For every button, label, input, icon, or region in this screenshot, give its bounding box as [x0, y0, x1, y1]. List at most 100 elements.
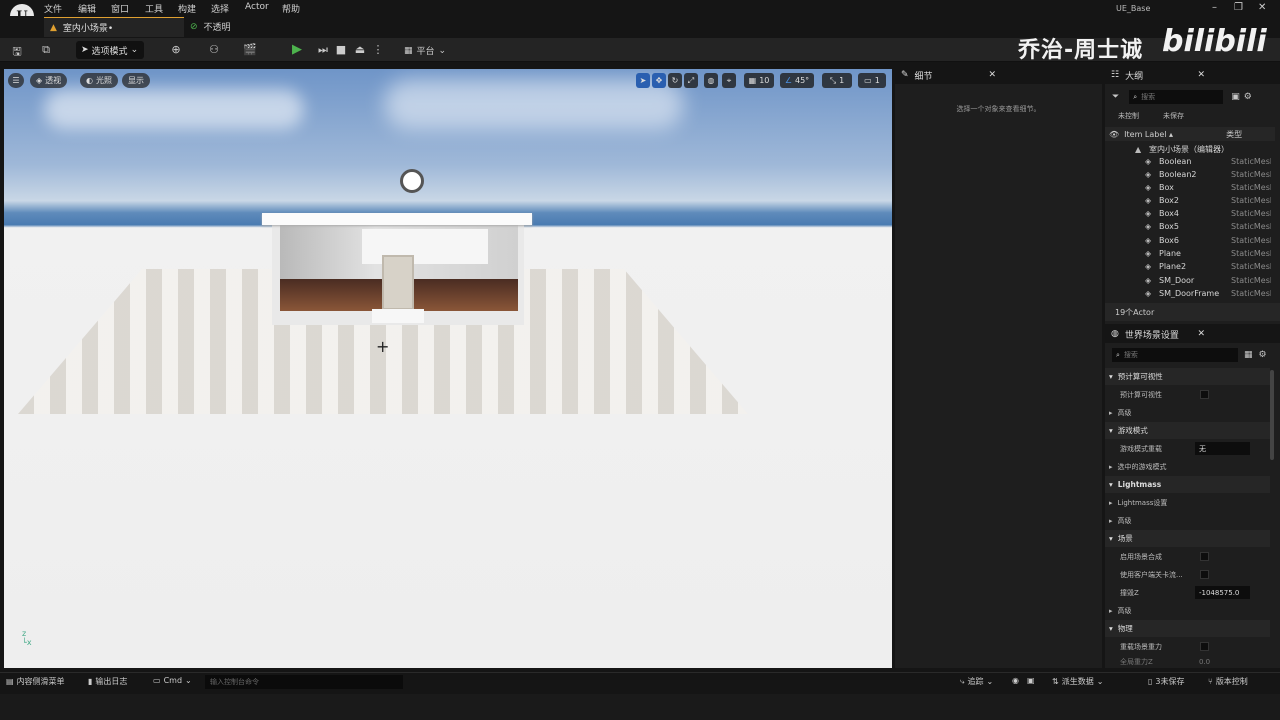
column-item-label[interactable]: Item Label ▴ — [1124, 130, 1226, 139]
save-icon[interactable]: 🖫 — [9, 43, 25, 58]
console-command-input[interactable]: 输入控制台命令 — [205, 675, 403, 689]
precomputed-checkbox[interactable] — [1200, 390, 1209, 399]
world-search-input[interactable]: ⌕ 搜索 — [1112, 348, 1238, 362]
close-icon[interactable]: ✕ — [1197, 70, 1205, 80]
outliner-row[interactable]: ◈ Box5 StaticMesh — [1105, 220, 1275, 233]
content-drawer-button[interactable]: ▤ 内容侧滑菜单 — [6, 676, 65, 687]
tab-world-settings[interactable]: ◍ 世界场景设置 ✕ — [1105, 325, 1280, 343]
rotation-snap-button[interactable]: ∠ 45° — [780, 73, 814, 88]
tab-outliner[interactable]: ☷ 大纲 ✕ — [1105, 66, 1280, 84]
outliner-row[interactable]: ◈ SM_DoorFrame StaticMesh — [1105, 287, 1275, 300]
world-scrollbar[interactable] — [1270, 370, 1274, 460]
door-mesh[interactable] — [382, 255, 414, 310]
outliner-row[interactable]: ◈ Plane StaticMesh — [1105, 247, 1275, 260]
browse-icon[interactable]: ⧉ — [38, 43, 54, 57]
cinematics-icon[interactable]: 🎬 — [242, 43, 258, 57]
eject-icon[interactable]: ⏏ — [352, 43, 368, 57]
category-physics[interactable]: ▾ 物理 — [1105, 620, 1270, 637]
mode-select-button[interactable]: ➤ 选项模式 ⌄ — [76, 41, 144, 59]
scale-snap-button[interactable]: ⤡ 1 — [822, 73, 852, 88]
more-options-icon[interactable]: ⋮ — [370, 43, 386, 57]
client-nav-checkbox[interactable] — [1200, 570, 1209, 579]
outliner-row[interactable]: ◈ Box StaticMesh — [1105, 181, 1275, 194]
add-actor-icon[interactable]: ⊕ — [168, 43, 184, 57]
menu-actor[interactable]: Actor — [245, 2, 269, 12]
menu-build[interactable]: 构建 — [178, 2, 196, 15]
source-control-button[interactable]: ⑂ 版本控制 — [1208, 676, 1248, 687]
category-game-mode[interactable]: ▾ 游戏模式 — [1105, 422, 1270, 439]
tab-details[interactable]: ✎ 细节 ✕ — [895, 66, 1102, 84]
house-window[interactable] — [362, 229, 488, 264]
kill-z-input[interactable]: -1048575.0 — [1195, 586, 1250, 599]
category-lightmass[interactable]: ▾ Lightmass — [1105, 476, 1270, 493]
blueprint-icon[interactable]: ⚇ — [206, 43, 222, 57]
outliner-row[interactable]: ◈ SM_Door StaticMesh — [1105, 274, 1275, 287]
viewport-menu-icon[interactable]: ☰ — [8, 73, 24, 88]
settings-icon[interactable]: ⚙ — [1259, 350, 1267, 360]
select-tool-icon[interactable]: ➤ — [636, 73, 650, 88]
category-precomputed-visibility[interactable]: ▾ 预计算可视性 — [1105, 368, 1270, 385]
table-view-icon[interactable]: ▦ — [1244, 350, 1253, 360]
menu-help[interactable]: 帮助 — [282, 2, 300, 15]
menu-tools[interactable]: 工具 — [145, 2, 163, 15]
outliner-row[interactable]: ◈ Box2 StaticMesh — [1105, 194, 1275, 207]
category-advanced[interactable]: ▸ 高级 — [1105, 404, 1270, 421]
menu-edit[interactable]: 编辑 — [78, 2, 96, 15]
menu-window[interactable]: 窗口 — [111, 2, 129, 15]
column-type[interactable]: 类型 — [1226, 129, 1242, 140]
filter-icon[interactable]: ⏷ — [1112, 92, 1119, 102]
override-gravity-checkbox[interactable] — [1200, 642, 1209, 651]
outliner-row[interactable]: ◈ Box4 StaticMesh — [1105, 207, 1275, 220]
close-window-icon[interactable]: ✕ — [1258, 2, 1266, 13]
house-roof[interactable] — [262, 213, 532, 225]
move-tool-icon[interactable]: ✥ — [652, 73, 666, 88]
screenshot-icon[interactable]: ▣ — [1027, 676, 1035, 685]
category-advanced[interactable]: ▸ 高级 — [1105, 512, 1270, 529]
outliner-row[interactable]: ◈ Plane2 StaticMesh — [1105, 260, 1275, 273]
surface-snap-icon[interactable]: ⌖ — [722, 73, 736, 88]
show-button[interactable]: 显示 — [122, 73, 150, 88]
lit-button[interactable]: ◐ 光照 — [80, 73, 118, 88]
perspective-button[interactable]: ◈ 透视 — [30, 73, 68, 88]
world-space-icon[interactable]: ◍ — [704, 73, 718, 88]
record-icon[interactable]: ◉ — [1012, 676, 1019, 685]
category-lightmass-settings[interactable]: ▸ Lightmass设置 — [1105, 494, 1270, 511]
level-viewport[interactable]: + z └x ☰ ◈ 透视 ◐ 光照 显示 ➤ ✥ ↻ ⤢ ◍ ⌖ ▦ 10 ∠ 45° … — [4, 69, 892, 668]
trace-button[interactable]: ⤷ 追踪 ⌄ — [960, 676, 993, 687]
category-advanced[interactable]: ▸ 高级 — [1105, 602, 1270, 619]
maximize-icon[interactable]: ❐ — [1234, 2, 1243, 13]
grid-snap-button[interactable]: ▦ 10 — [744, 73, 774, 88]
step-icon[interactable]: ⏭ — [315, 43, 331, 57]
close-icon[interactable]: ✕ — [988, 70, 996, 80]
cmd-dropdown[interactable]: ▭ Cmd ⌄ — [153, 676, 192, 685]
filter-unsaved[interactable]: 未保存 — [1163, 111, 1184, 121]
menu-file[interactable]: 文件 — [44, 2, 62, 15]
menu-select[interactable]: 选择 — [211, 2, 229, 15]
camera-speed-button[interactable]: ▭ 1 — [858, 73, 886, 88]
scale-tool-icon[interactable]: ⤢ — [684, 73, 698, 88]
outliner-search-input[interactable]: ⌕ 搜索 — [1129, 90, 1224, 104]
add-folder-icon[interactable]: ▣ — [1231, 92, 1240, 102]
platform-button[interactable]: ▦ 平台 ⌄ — [404, 44, 446, 58]
light-source-icon[interactable] — [400, 169, 424, 193]
rotate-tool-icon[interactable]: ↻ — [668, 73, 682, 88]
tab-level[interactable]: ▲ 室内小场景• — [44, 17, 184, 37]
minimize-icon[interactable]: – — [1212, 2, 1217, 13]
game-mode-override-select[interactable]: 无 — [1195, 442, 1250, 455]
output-log-button[interactable]: ▮ 输出日志 — [88, 676, 127, 687]
category-world[interactable]: ▾ 场景 — [1105, 530, 1270, 547]
global-gravity-input[interactable]: 0.0 — [1195, 656, 1250, 668]
category-selected-game-mode[interactable]: ▸ 选中的游戏模式 — [1105, 458, 1270, 475]
derived-data-button[interactable]: ⇅ 派生数据 ⌄ — [1052, 676, 1103, 687]
door-step[interactable] — [372, 309, 424, 323]
filter-uncontrolled[interactable]: 未控制 — [1118, 111, 1139, 121]
play-button[interactable]: ▶ — [292, 42, 308, 58]
settings-icon[interactable]: ⚙ — [1244, 92, 1252, 102]
visibility-icon[interactable]: 👁 — [1109, 130, 1119, 139]
tab-opacity[interactable]: ⊘ 不透明 — [190, 20, 231, 34]
world-compose-checkbox[interactable] — [1200, 552, 1209, 561]
outliner-row[interactable]: ◈ Boolean StaticMesh — [1105, 155, 1275, 168]
outliner-row[interactable]: ◈ Box6 StaticMesh — [1105, 234, 1275, 247]
close-icon[interactable]: ✕ — [1197, 329, 1205, 339]
unsaved-button[interactable]: ▯ 3未保存 — [1148, 676, 1185, 687]
